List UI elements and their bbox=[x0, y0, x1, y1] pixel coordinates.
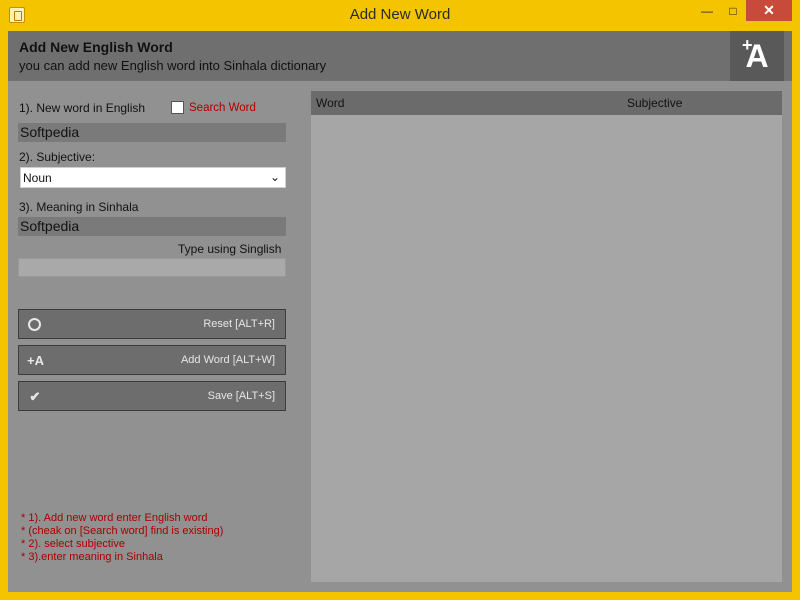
reset-button-label: Reset [ALT+R] bbox=[203, 318, 275, 330]
maximize-button[interactable]: □ bbox=[720, 0, 746, 21]
search-word-checkbox[interactable] bbox=[171, 101, 184, 114]
column-header-word[interactable]: Word bbox=[316, 96, 344, 110]
window-title: Add New Word bbox=[349, 6, 451, 23]
search-word-label[interactable]: Search Word bbox=[189, 102, 256, 114]
reset-button[interactable]: Reset [ALT+R] bbox=[18, 309, 286, 339]
english-word-input[interactable]: Softpedia bbox=[18, 123, 286, 142]
add-word-button-label: Add Word [ALT+W] bbox=[180, 354, 275, 366]
save-button-label: Save [ALT+S] bbox=[207, 390, 275, 402]
header-title: Add New English Word bbox=[19, 39, 173, 55]
help-notes: * 1). Add new word enter English word * … bbox=[21, 512, 223, 564]
subjective-select[interactable]: Noun ⌄ bbox=[20, 167, 286, 188]
chevron-down-icon: ⌄ bbox=[269, 170, 280, 184]
close-button[interactable]: ✕ bbox=[746, 0, 792, 21]
note-line: * 2). select subjective bbox=[21, 538, 125, 550]
add-word-button[interactable]: +A Add Word [ALT+W] bbox=[18, 345, 286, 375]
english-word-label: 1). New word in English bbox=[19, 101, 146, 115]
minimize-button[interactable]: — bbox=[694, 0, 720, 21]
add-word-icon: +A bbox=[27, 353, 44, 368]
header-subtitle: you can add new English word into Sinhal… bbox=[19, 58, 327, 73]
meaning-input[interactable]: Softpedia bbox=[18, 217, 286, 236]
list-header: Word Subjective bbox=[311, 91, 782, 115]
column-header-subjective[interactable]: Subjective bbox=[627, 96, 682, 110]
save-button[interactable]: ✔ Save [ALT+S] bbox=[18, 381, 286, 411]
singlish-label: Type using Singlish bbox=[178, 242, 282, 256]
note-line: * 1). Add new word enter English word bbox=[21, 512, 208, 524]
reset-icon bbox=[28, 318, 41, 331]
app-window: Add New Word — □ ✕ Add New English Word … bbox=[0, 0, 800, 600]
note-line: * 3).enter meaning in Sinhala bbox=[21, 551, 163, 563]
header-banner: Add New English Word you can add new Eng… bbox=[8, 31, 792, 81]
add-word-icon: +A bbox=[730, 31, 784, 81]
checkmark-icon: ✔ bbox=[29, 389, 41, 404]
subjective-label: 2). Subjective: bbox=[19, 150, 96, 164]
main-panel: Add New English Word you can add new Eng… bbox=[8, 31, 792, 592]
word-list[interactable]: Word Subjective bbox=[311, 91, 782, 582]
note-line: * (cheak on [Search word] find is existi… bbox=[21, 525, 224, 537]
title-bar[interactable]: Add New Word — □ ✕ bbox=[0, 0, 800, 30]
singlish-input[interactable] bbox=[18, 258, 286, 277]
meaning-label: 3). Meaning in Sinhala bbox=[19, 200, 139, 214]
subjective-selected-value: Noun bbox=[23, 171, 52, 185]
